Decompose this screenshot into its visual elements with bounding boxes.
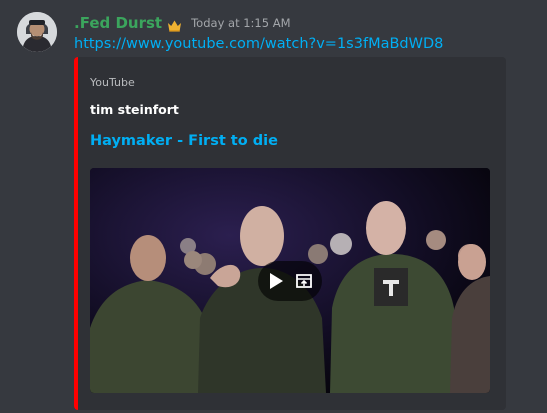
username[interactable]: .Fed Durst — [74, 14, 162, 32]
embed-provider[interactable]: YouTube — [90, 76, 135, 89]
embed-author[interactable]: tim steinfort — [90, 102, 179, 117]
youtube-embed: YouTube tim steinfort Haymaker - First t… — [74, 57, 506, 410]
crown-icon — [167, 17, 182, 32]
message-link[interactable]: https://www.youtube.com/watch?v=1s3fMaBd… — [74, 36, 443, 52]
avatar-image — [17, 12, 57, 52]
video-controls — [258, 261, 322, 301]
play-icon[interactable] — [266, 271, 286, 291]
chat-message: .Fed Durst Today at 1:15 AM https://www.… — [0, 0, 547, 413]
message-timestamp: Today at 1:15 AM — [191, 16, 291, 30]
open-external-icon[interactable] — [294, 271, 314, 291]
video-thumbnail[interactable] — [90, 168, 490, 393]
user-avatar[interactable] — [17, 12, 57, 52]
message-header: .Fed Durst Today at 1:15 AM — [74, 13, 291, 33]
embed-title[interactable]: Haymaker - First to die — [90, 133, 278, 149]
